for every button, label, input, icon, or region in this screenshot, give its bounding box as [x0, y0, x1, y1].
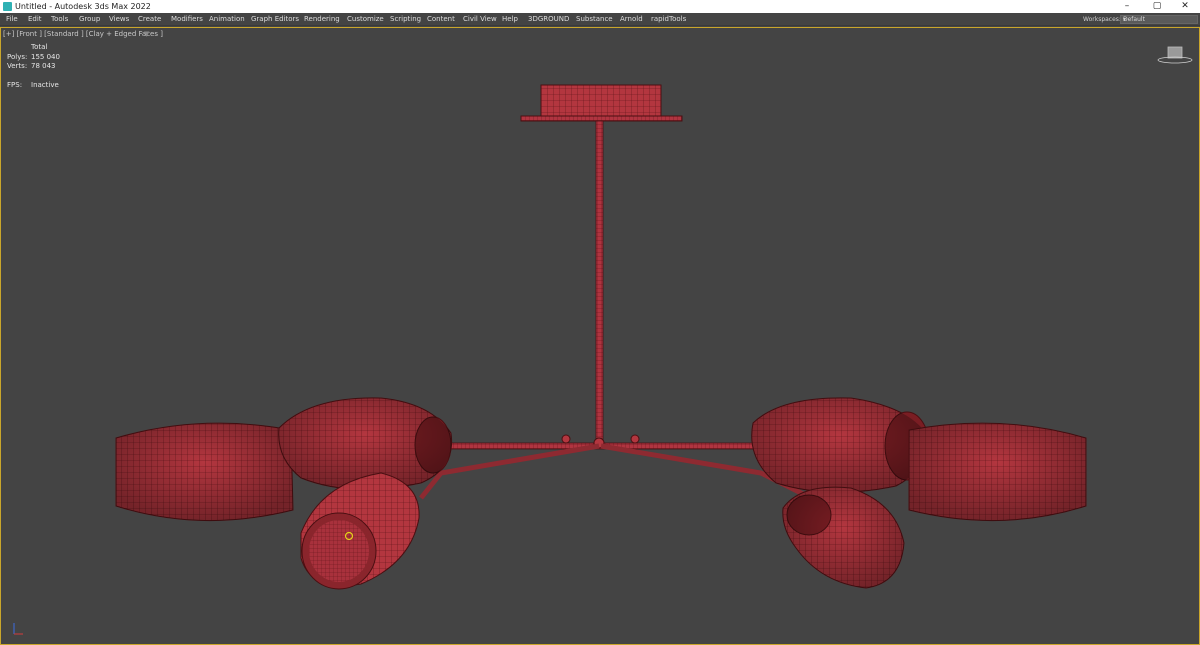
bar-knob-right[interactable]	[630, 434, 640, 444]
window-title: Untitled - Autodesk 3ds Max 2022	[15, 2, 151, 11]
shade-left-outer[interactable]	[115, 422, 294, 522]
axis-tripod-icon	[13, 623, 23, 635]
workspaces-dropdown[interactable]: Default ▾	[1120, 15, 1198, 24]
menu-content[interactable]: Content	[427, 14, 455, 25]
menu-graph-editors[interactable]: Graph Editors	[251, 14, 299, 25]
shade-left-middle[interactable]	[278, 397, 453, 490]
menu-edit[interactable]: Edit	[28, 14, 42, 25]
menu-create[interactable]: Create	[138, 14, 161, 25]
shade-right-outer[interactable]	[908, 422, 1087, 522]
menu-views[interactable]: Views	[109, 14, 129, 25]
menu-help[interactable]: Help	[502, 14, 518, 25]
chevron-down-icon: ▾	[1123, 16, 1127, 23]
shade-left-lower[interactable]	[300, 472, 420, 590]
3ds-max-icon	[3, 2, 12, 11]
minimize-button[interactable]: –	[1112, 0, 1142, 13]
menu-3dground[interactable]: 3DGROUND	[528, 14, 569, 25]
chandelier-mesh[interactable]	[1, 28, 1199, 644]
menu-tools[interactable]: Tools	[51, 14, 68, 25]
close-button[interactable]: ✕	[1170, 0, 1200, 13]
menu-bar: File Edit Tools Group Views Create Modif…	[0, 13, 1200, 26]
menu-substance[interactable]: Substance	[576, 14, 613, 25]
menu-modifiers[interactable]: Modifiers	[171, 14, 203, 25]
menu-arnold[interactable]: Arnold	[620, 14, 643, 25]
menu-civil-view[interactable]: Civil View	[463, 14, 497, 25]
center-rod[interactable]	[595, 120, 604, 447]
maximize-button[interactable]: ▢	[1142, 0, 1172, 13]
shade-right-middle[interactable]	[751, 397, 930, 493]
menu-rendering[interactable]: Rendering	[304, 14, 340, 25]
menu-rapidtools[interactable]: rapidTools	[651, 14, 686, 25]
menu-group[interactable]: Group	[79, 14, 100, 25]
viewport-front[interactable]: [+] [Front ] [Standard ] [Clay + Edged F…	[0, 27, 1200, 645]
workspaces-label: Workspaces:	[1083, 16, 1121, 23]
canopy[interactable]	[520, 84, 683, 122]
menu-animation[interactable]: Animation	[209, 14, 245, 25]
menu-scripting[interactable]: Scripting	[390, 14, 421, 25]
menu-file[interactable]: File	[6, 14, 18, 25]
menu-customize[interactable]: Customize	[347, 14, 384, 25]
title-bar: Untitled - Autodesk 3ds Max 2022 – ▢ ✕	[0, 0, 1200, 13]
bar-knob-left[interactable]	[561, 434, 571, 444]
shade-right-lower[interactable]	[782, 486, 905, 589]
